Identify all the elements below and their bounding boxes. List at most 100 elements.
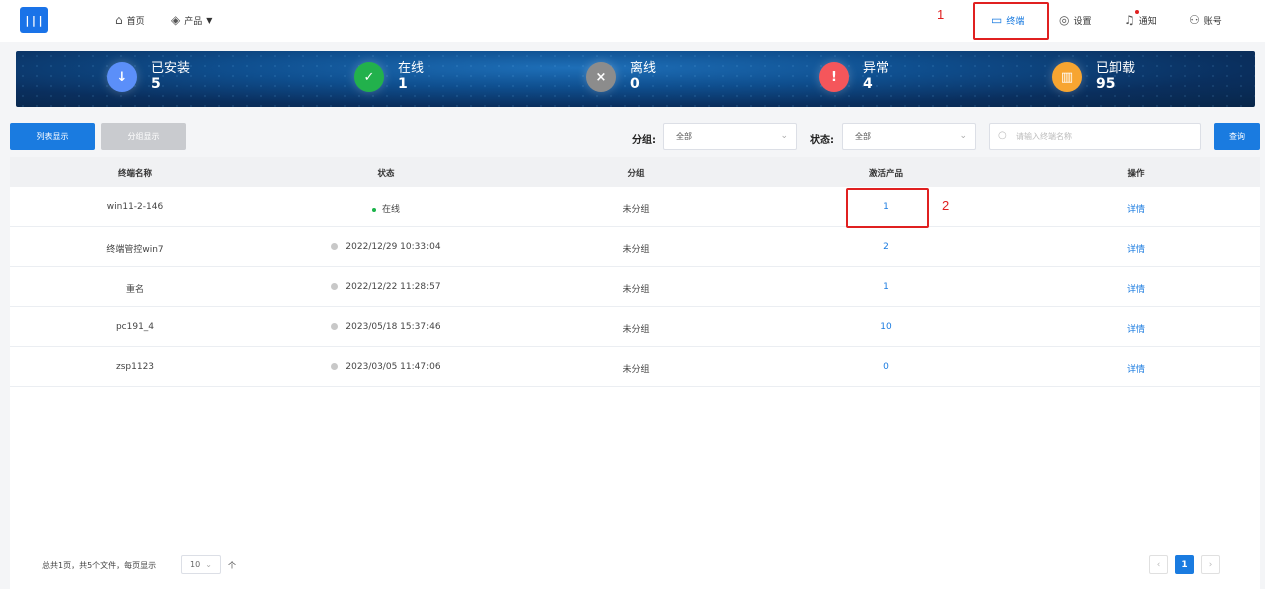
col-header-group[interactable]: 分组 [561, 167, 711, 179]
prev-page-button[interactable]: ‹ [1149, 555, 1168, 574]
top-navigation-bar: ||| ⌂ 首页 ◈ 产品 ▼ 1 ▭ 终端 ◎ 设置 ♫ 通知 ⚇ 账号 [0, 0, 1265, 42]
col-header-name[interactable]: 终端名称 [60, 167, 210, 179]
status-filter-label: 状态: [810, 135, 834, 146]
caret-down-icon: ▼ [206, 15, 213, 25]
activated-products-link[interactable]: 10 [811, 322, 961, 332]
stat-installed[interactable]: ↓ 已安装 5 [107, 62, 190, 92]
group-filter-select[interactable]: 全部 ⌄ [663, 123, 797, 150]
nav-notifications-label: 通知 [1138, 16, 1157, 27]
details-link[interactable]: 详情 [1061, 362, 1211, 375]
status-text: 在线 [381, 205, 400, 215]
terminal-group: 未分组 [622, 205, 650, 215]
clock-icon [331, 243, 339, 250]
user-icon: ⚇ [1189, 13, 1200, 27]
stats-banner: ↓ 已安装 5 ✓ 在线 1 × 离线 0 ! 异常 4 ▥ 已卸载 95 [16, 51, 1255, 107]
search-placeholder: 请输入终端名称 [1016, 132, 1072, 141]
terminal-group: 未分组 [622, 285, 650, 295]
terminal-name: zsp1123 [115, 362, 155, 372]
terminal-name: pc191_4 [115, 322, 155, 332]
list-view-button[interactable]: 列表显示 [10, 123, 95, 150]
chevron-down-icon: ⌄ [205, 560, 212, 569]
query-button[interactable]: 查询 [1214, 123, 1260, 150]
stat-online-label: 在线 [398, 61, 425, 76]
nav-notifications[interactable]: ♫ 通知 [1124, 13, 1157, 27]
status-text: 2023/05/18 15:37:46 [345, 322, 441, 332]
annotation-number-2: 2 [942, 198, 950, 213]
chevron-right-icon: › [1208, 559, 1213, 570]
stat-uninstalled[interactable]: ▥ 已卸载 95 [1052, 62, 1135, 92]
home-icon: ⌂ [115, 13, 123, 27]
nav-products-label: 产品 [184, 16, 203, 27]
nav-settings[interactable]: ◎ 设置 [1059, 13, 1092, 27]
stat-online[interactable]: ✓ 在线 1 [354, 62, 424, 92]
col-header-products[interactable]: 激活产品 [811, 167, 961, 179]
nav-account-label: 账号 [1203, 16, 1222, 27]
stat-offline-value: 0 [630, 76, 640, 92]
stat-abnormal-label: 异常 [863, 61, 890, 76]
next-page-button[interactable]: › [1201, 555, 1220, 574]
terminal-status: 2022/12/29 10:33:04 [311, 242, 461, 252]
stat-offline[interactable]: × 离线 0 [586, 62, 656, 92]
col-header-action[interactable]: 操作 [1061, 167, 1211, 179]
warning-icon: ! [819, 62, 849, 92]
chevron-down-icon: ⌄ [959, 131, 967, 141]
details-link[interactable]: 详情 [1061, 242, 1211, 255]
stat-offline-label: 离线 [630, 61, 657, 76]
stat-uninstalled-value: 95 [1096, 76, 1116, 92]
table-row[interactable]: zsp1123 2023/03/05 11:47:06 未分组 0 详情 [10, 347, 1260, 387]
terminal-status: 2023/03/05 11:47:06 [311, 362, 461, 372]
page-size-unit: 个 [228, 561, 236, 570]
page-number-button[interactable]: 1 [1175, 555, 1194, 574]
terminal-group: 未分组 [622, 245, 650, 255]
notification-dot [1135, 10, 1139, 14]
table-row[interactable]: win11-2-146 在线 未分组 1 详情 [10, 187, 1260, 227]
user-check-icon: ✓ [354, 62, 384, 92]
page-size-select[interactable]: 10 ⌄ [181, 555, 221, 574]
activated-products-link[interactable]: 0 [811, 362, 961, 372]
details-link[interactable]: 详情 [1061, 202, 1211, 215]
nav-home-label: 首页 [126, 16, 145, 27]
table-row[interactable]: 重名 2022/12/22 11:28:57 未分组 1 详情 [10, 267, 1260, 307]
terminal-search-input[interactable]: ○ 请输入终端名称 [989, 123, 1201, 150]
details-link[interactable]: 详情 [1061, 322, 1211, 335]
stat-installed-label: 已安装 [151, 61, 191, 76]
group-filter-value: 全部 [676, 132, 692, 141]
group-view-button[interactable]: 分组显示 [101, 123, 186, 150]
nav-terminal[interactable]: ▭ 终端 [991, 13, 1024, 27]
nav-home[interactable]: ⌂ 首页 [115, 13, 145, 27]
stat-abnormal[interactable]: ! 异常 4 [819, 62, 889, 92]
monitor-icon: ▭ [991, 13, 1003, 27]
status-text: 2023/03/05 11:47:06 [345, 362, 441, 372]
status-filter-select[interactable]: 全部 ⌄ [842, 123, 976, 150]
table-row[interactable]: pc191_4 2023/05/18 15:37:46 未分组 10 详情 [10, 307, 1260, 347]
stat-uninstalled-label: 已卸载 [1096, 61, 1136, 76]
trash-icon: ▥ [1052, 62, 1082, 92]
nav-terminal-label: 终端 [1006, 16, 1025, 27]
clock-icon [331, 363, 339, 370]
clock-icon [331, 323, 339, 330]
annotation-number-1: 1 [937, 7, 945, 22]
activated-products-link[interactable]: 1 [811, 282, 961, 292]
terminal-status: 2023/05/18 15:37:46 [311, 322, 461, 332]
app-logo[interactable]: ||| [20, 7, 48, 33]
page-size-value: 10 [190, 560, 201, 569]
terminal-status: 2022/12/22 11:28:57 [311, 282, 461, 292]
nav-account[interactable]: ⚇ 账号 [1189, 13, 1222, 27]
table-row[interactable]: 终端管控win7 2022/12/29 10:33:04 未分组 2 详情 [10, 227, 1260, 267]
activated-products-link[interactable]: 2 [811, 242, 961, 252]
status-filter-value: 全部 [855, 132, 871, 141]
status-text: 2022/12/22 11:28:57 [345, 282, 441, 292]
bell-icon: ♫ [1124, 13, 1135, 27]
nav-products[interactable]: ◈ 产品 ▼ [171, 13, 212, 27]
terminal-name: win11-2-146 [106, 202, 164, 212]
terminal-name: 重名 [125, 285, 144, 295]
pagination-summary: 总共1页，共5个文件，每页显示 [42, 561, 157, 570]
chevron-left-icon: ‹ [1156, 559, 1161, 570]
nav-settings-label: 设置 [1073, 16, 1092, 27]
col-header-status[interactable]: 状态 [311, 167, 461, 179]
table-header: 终端名称 状态 分组 激活产品 操作 [10, 157, 1260, 187]
details-link[interactable]: 详情 [1061, 282, 1211, 295]
stat-installed-value: 5 [151, 76, 161, 92]
terminal-group: 未分组 [622, 325, 650, 335]
status-text: 2022/12/29 10:33:04 [345, 242, 441, 252]
